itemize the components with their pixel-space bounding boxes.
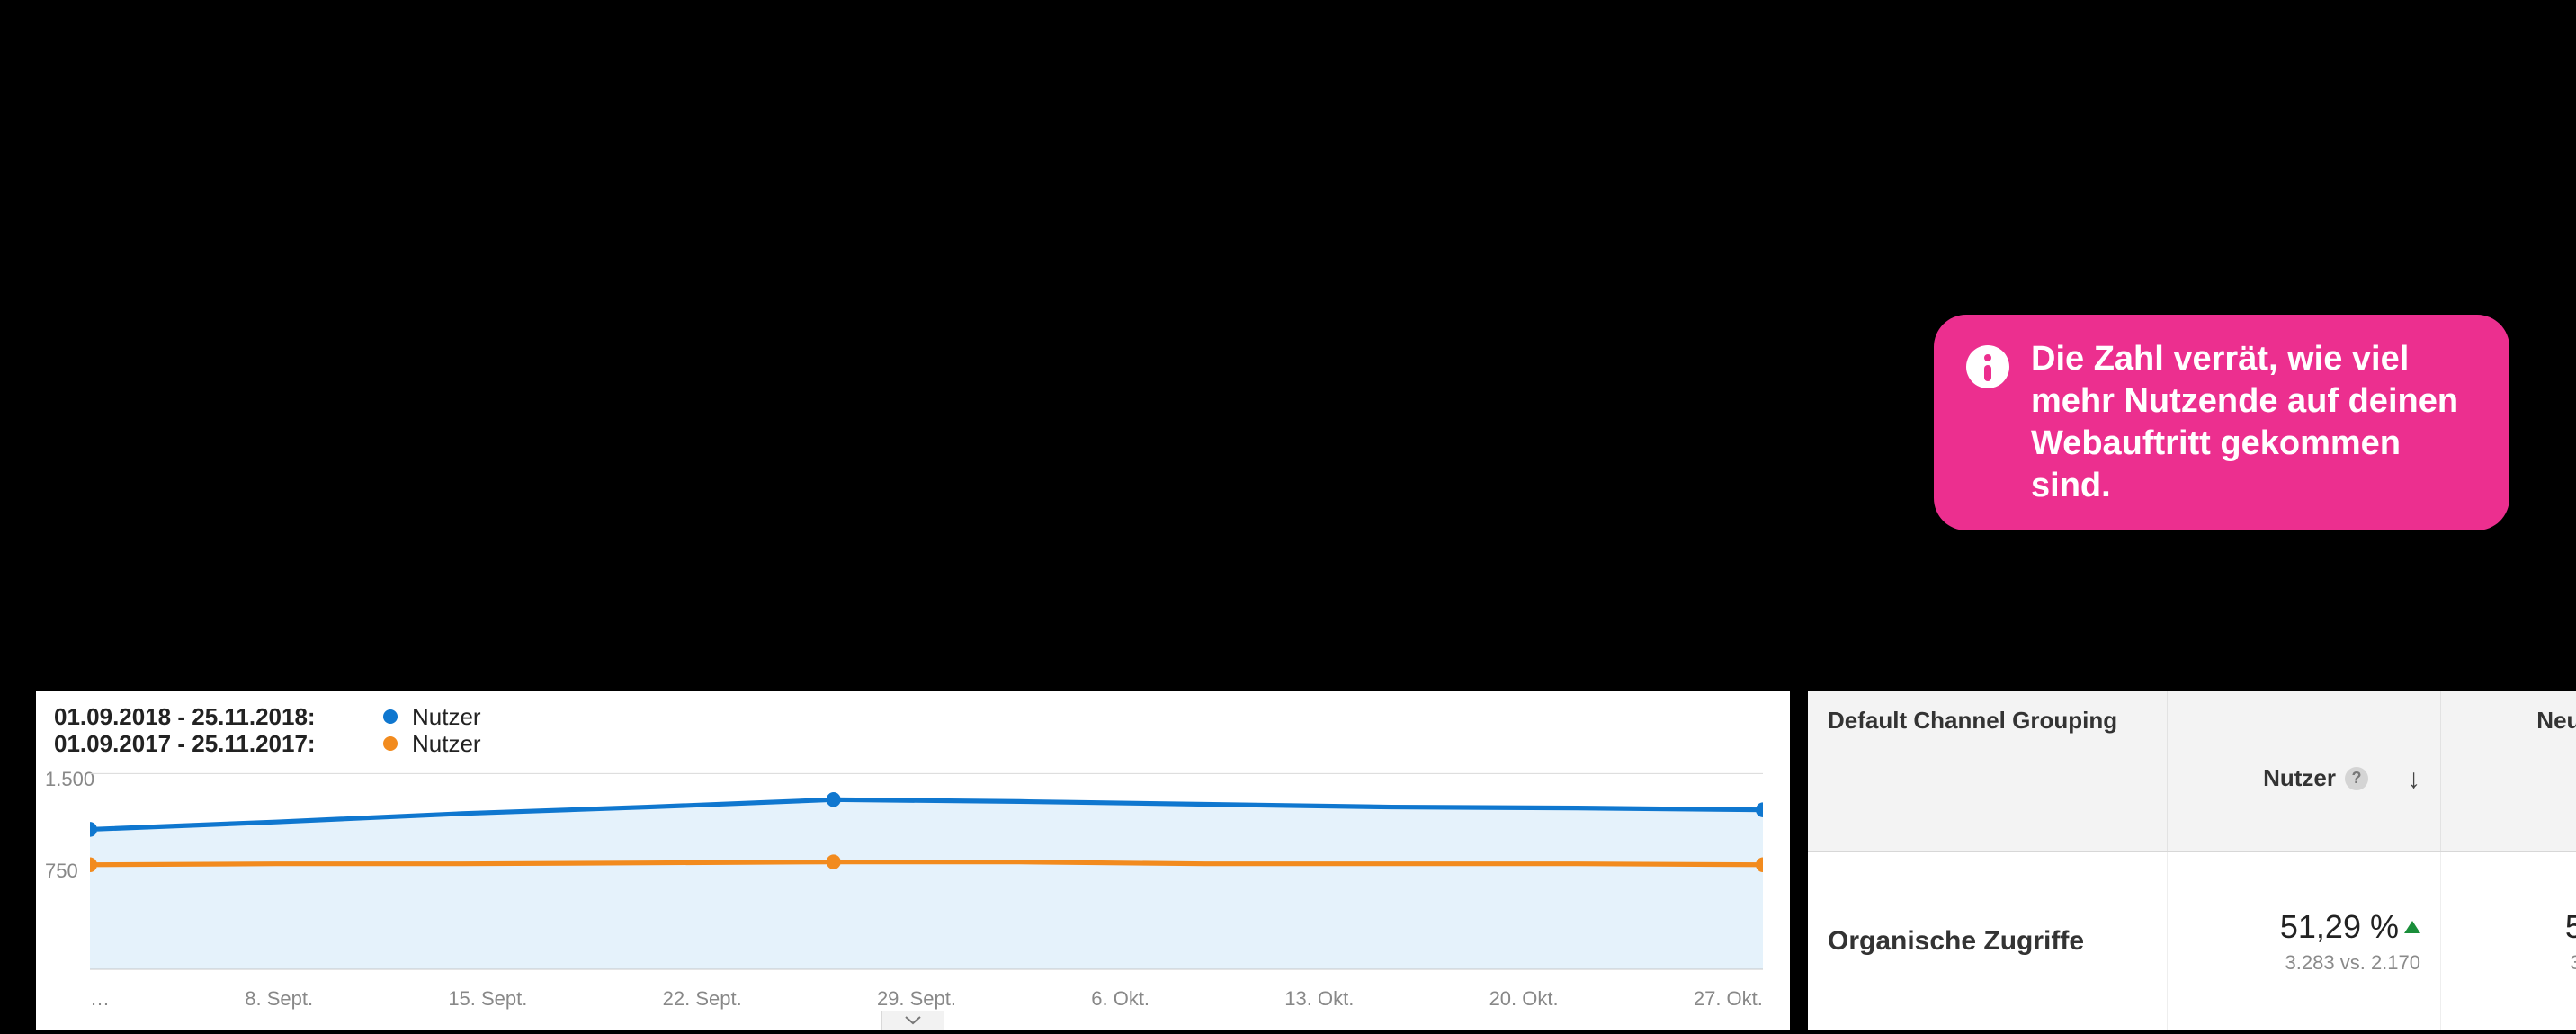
info-icon bbox=[1966, 345, 2009, 388]
legend-dot-orange-icon bbox=[383, 736, 398, 751]
legend-row-2018: 01.09.2018 - 25.11.2018: Nutzer bbox=[54, 703, 481, 730]
table-header-row: Default Channel Grouping Nutzer ? ↓ Neue… bbox=[1808, 691, 2576, 852]
cell-channel-name: Organische Zugriffe bbox=[1808, 852, 2168, 1030]
table-row[interactable]: Organische Zugriffe 51,29 % 3.283 vs. 2.… bbox=[1808, 852, 2576, 1030]
column-header-grouping-label: Default Channel Grouping bbox=[1828, 707, 2117, 734]
nutzer-pct: 51,29 % bbox=[2280, 908, 2399, 946]
column-header-neue-nutzer-label: Neue Nutzer bbox=[2536, 707, 2576, 735]
sort-descending-icon[interactable]: ↓ bbox=[2407, 764, 2420, 795]
neue-nutzer-compare: 3.089 vs. 2.000 bbox=[2571, 951, 2576, 975]
legend-name-2018: Nutzer bbox=[412, 703, 481, 731]
xtick-2: 15. Sept. bbox=[448, 987, 527, 1011]
chart-plot-area[interactable] bbox=[90, 764, 1763, 978]
channel-table: Default Channel Grouping Nutzer ? ↓ Neue… bbox=[1808, 691, 2576, 1030]
channel-name: Organische Zugriffe bbox=[1828, 926, 2147, 957]
xtick-8: 27. Okt. bbox=[1694, 987, 1763, 1011]
column-header-neue-nutzer[interactable]: Neue Nutzer ? bbox=[2441, 691, 2576, 851]
xtick-6: 13. Okt. bbox=[1284, 987, 1354, 1011]
cell-nutzer: 51,29 % 3.283 vs. 2.170 bbox=[2168, 852, 2441, 1030]
chart-expand-button[interactable] bbox=[881, 1011, 944, 1030]
users-chart-panel: 01.09.2018 - 25.11.2018: Nutzer 01.09.20… bbox=[36, 691, 1790, 1030]
nutzer-pct-wrap: 51,29 % bbox=[2280, 908, 2420, 946]
chart-legend: 01.09.2018 - 25.11.2018: Nutzer 01.09.20… bbox=[54, 703, 481, 757]
up-arrow-icon bbox=[2404, 921, 2420, 933]
chevron-down-icon bbox=[905, 1016, 921, 1025]
xtick-1: 8. Sept. bbox=[245, 987, 313, 1011]
xtick-4: 29. Sept. bbox=[877, 987, 956, 1011]
chart-svg bbox=[90, 764, 1763, 978]
ytick-750: 750 bbox=[45, 860, 78, 883]
ytick-1500: 1.500 bbox=[45, 768, 94, 791]
legend-dates-2018: 01.09.2018 - 25.11.2018: bbox=[54, 703, 369, 731]
neue-nutzer-pct: 54,45 % bbox=[2565, 908, 2576, 946]
info-callout: Die Zahl verrät, wie viel mehr Nutzende … bbox=[1934, 315, 2509, 530]
nutzer-compare: 3.283 vs. 2.170 bbox=[2285, 951, 2420, 975]
column-header-neue-nutzer-label-wrap: Neue Nutzer ? bbox=[2536, 707, 2576, 735]
neue-nutzer-pct-wrap: 54,45 % bbox=[2565, 908, 2576, 946]
xtick-7: 20. Okt. bbox=[1489, 987, 1559, 1011]
column-header-nutzer[interactable]: Nutzer ? ↓ bbox=[2168, 691, 2441, 851]
cell-neue-nutzer: 54,45 % 3.089 vs. 2.000 bbox=[2441, 852, 2576, 1030]
legend-name-2017: Nutzer bbox=[412, 730, 481, 758]
legend-row-2017: 01.09.2017 - 25.11.2017: Nutzer bbox=[54, 730, 481, 757]
help-icon[interactable]: ? bbox=[2345, 767, 2368, 790]
column-header-nutzer-label: Nutzer bbox=[2263, 764, 2336, 792]
chart-xticks: … 8. Sept. 15. Sept. 22. Sept. 29. Sept.… bbox=[90, 987, 1763, 1011]
xtick-5: 6. Okt. bbox=[1091, 987, 1149, 1011]
xtick-3: 22. Sept. bbox=[663, 987, 742, 1011]
legend-dot-blue-icon bbox=[383, 709, 398, 724]
legend-dates-2017: 01.09.2017 - 25.11.2017: bbox=[54, 730, 369, 758]
xtick-0: … bbox=[90, 987, 110, 1011]
callout-text: Die Zahl verrät, wie viel mehr Nutzende … bbox=[2031, 338, 2477, 507]
column-header-grouping[interactable]: Default Channel Grouping bbox=[1808, 691, 2168, 851]
column-header-nutzer-label-wrap: Nutzer ? bbox=[2263, 764, 2368, 792]
